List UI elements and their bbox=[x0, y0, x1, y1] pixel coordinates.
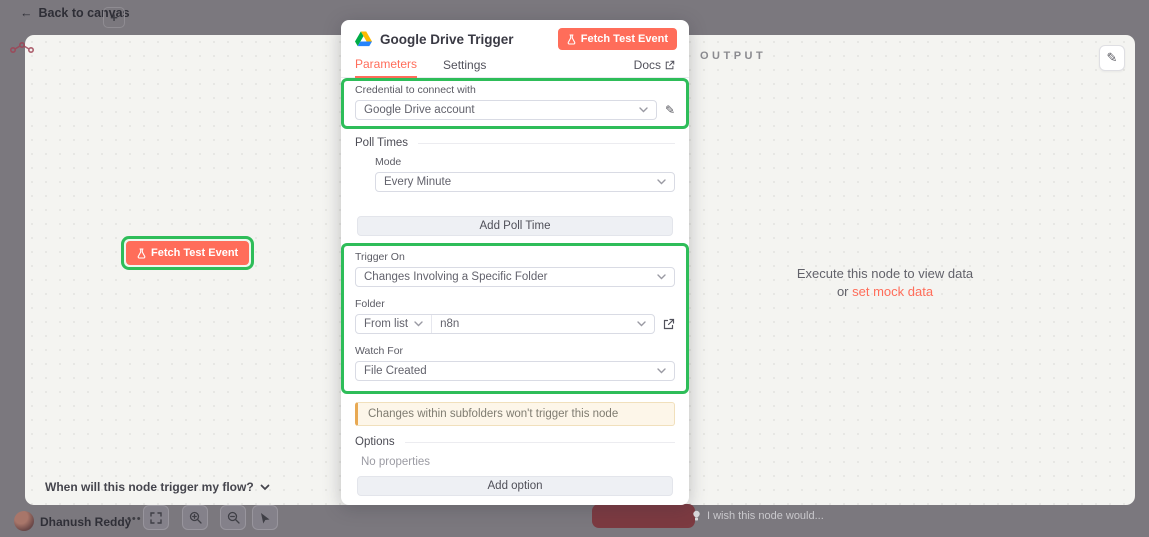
external-link-icon bbox=[665, 60, 675, 70]
zoom-in-button[interactable] bbox=[182, 505, 208, 530]
google-drive-trigger-dialog: Google Drive Trigger Fetch Test Event Pa… bbox=[341, 20, 689, 505]
mode-select[interactable]: Every Minute bbox=[375, 172, 675, 192]
credential-value: Google Drive account bbox=[364, 104, 475, 116]
node-feedback-link[interactable]: I wish this node would... bbox=[692, 510, 824, 522]
wish-text: I wish this node would... bbox=[707, 510, 824, 522]
tab-settings[interactable]: Settings bbox=[443, 58, 486, 77]
docs-label: Docs bbox=[634, 58, 661, 72]
output-panel-header: OUTPUT bbox=[700, 50, 766, 62]
output-message-line1: Execute this node to view data bbox=[665, 265, 1105, 283]
folder-resource-locator: From list n8n bbox=[355, 314, 655, 334]
set-mock-data-link[interactable]: set mock data bbox=[852, 284, 933, 299]
mode-value: Every Minute bbox=[384, 176, 451, 188]
user-name: Dhanush Reddy bbox=[40, 515, 131, 529]
cursor-pointer-icon bbox=[259, 512, 271, 524]
output-message-or: or bbox=[837, 284, 849, 299]
options-label: Options bbox=[355, 436, 395, 448]
options-section-header: Options bbox=[355, 436, 675, 448]
reset-view-button[interactable] bbox=[252, 505, 278, 530]
trigger-on-value: Changes Involving a Specific Folder bbox=[364, 271, 547, 283]
zoom-in-icon bbox=[189, 511, 202, 524]
new-tab-button[interactable]: + bbox=[103, 7, 125, 28]
add-poll-time-label: Add Poll Time bbox=[480, 220, 551, 232]
fetch-test-event-highlight: Fetch Test Event bbox=[121, 236, 254, 270]
zoom-to-fit-button[interactable] bbox=[143, 505, 169, 530]
dialog-tabs: Parameters Settings Docs bbox=[341, 56, 689, 78]
credential-highlight-section: Credential to connect with Google Drive … bbox=[341, 78, 689, 129]
folder-mode-value: From list bbox=[364, 318, 408, 330]
edit-output-button[interactable]: ✎ bbox=[1099, 45, 1125, 71]
output-empty-message: Execute this node to view data or set mo… bbox=[665, 265, 1105, 301]
poll-times-section-header: Poll Times bbox=[355, 137, 675, 149]
chevron-down-icon bbox=[260, 484, 270, 491]
dialog-title: Google Drive Trigger bbox=[380, 32, 550, 47]
mode-label: Mode bbox=[375, 156, 675, 169]
zoom-to-fit-icon bbox=[150, 512, 162, 524]
watch-for-select[interactable]: File Created bbox=[355, 361, 675, 381]
canvas-fetch-test-event-button[interactable]: Fetch Test Event bbox=[126, 241, 249, 265]
folder-value-select[interactable]: n8n bbox=[432, 315, 654, 333]
add-option-label: Add option bbox=[488, 480, 543, 492]
credential-select[interactable]: Google Drive account bbox=[355, 100, 657, 120]
plus-icon: + bbox=[110, 10, 118, 25]
subfolder-warning-notice: Changes within subfolders won't trigger … bbox=[355, 402, 675, 426]
open-folder-external-icon[interactable] bbox=[663, 318, 675, 330]
credential-label: Credential to connect with bbox=[355, 84, 675, 97]
fetch-button-label: Fetch Test Event bbox=[581, 33, 668, 45]
lightbulb-icon bbox=[692, 510, 701, 522]
watch-for-label: Watch For bbox=[355, 345, 675, 358]
footer-question-label: When will this node trigger my flow? bbox=[45, 480, 254, 494]
zoom-out-button[interactable] bbox=[220, 505, 246, 530]
node-trigger-help-toggle[interactable]: When will this node trigger my flow? bbox=[45, 480, 270, 494]
user-menu-dots[interactable]: ••• bbox=[127, 513, 142, 525]
flask-icon bbox=[567, 34, 576, 45]
trigger-on-label: Trigger On bbox=[355, 251, 675, 264]
user-avatar[interactable] bbox=[14, 511, 34, 531]
chevron-down-icon bbox=[414, 321, 423, 327]
trigger-on-select[interactable]: Changes Involving a Specific Folder bbox=[355, 267, 675, 287]
chevron-down-icon bbox=[639, 107, 648, 113]
tab-parameters[interactable]: Parameters bbox=[355, 57, 417, 78]
chevron-down-icon bbox=[637, 321, 646, 327]
folder-label: Folder bbox=[355, 298, 675, 311]
dimmed-fetch-test-event-button[interactable] bbox=[592, 504, 695, 528]
chevron-down-icon bbox=[657, 368, 666, 374]
add-poll-time-button[interactable]: Add Poll Time bbox=[357, 216, 673, 236]
canvas-fetch-label: Fetch Test Event bbox=[151, 247, 238, 259]
n8n-logo-icon bbox=[10, 41, 34, 54]
google-drive-icon bbox=[355, 31, 372, 47]
docs-link[interactable]: Docs bbox=[634, 58, 675, 77]
zoom-out-icon bbox=[227, 511, 240, 524]
edit-credential-icon[interactable]: ✎ bbox=[665, 103, 675, 117]
back-arrow-icon: ← bbox=[20, 6, 33, 20]
pencil-icon: ✎ bbox=[1107, 50, 1118, 66]
watch-for-value: File Created bbox=[364, 365, 427, 377]
options-empty-text: No properties bbox=[361, 456, 675, 468]
folder-value: n8n bbox=[440, 318, 459, 330]
chevron-down-icon bbox=[657, 274, 666, 280]
trigger-config-highlight-section: Trigger On Changes Involving a Specific … bbox=[341, 243, 689, 394]
poll-times-label: Poll Times bbox=[355, 137, 408, 149]
add-option-button[interactable]: Add option bbox=[357, 476, 673, 496]
dialog-header: Google Drive Trigger Fetch Test Event bbox=[341, 20, 689, 56]
fetch-test-event-button[interactable]: Fetch Test Event bbox=[558, 28, 677, 50]
flask-icon bbox=[137, 248, 146, 259]
chevron-down-icon bbox=[657, 179, 666, 185]
folder-mode-select[interactable]: From list bbox=[356, 315, 432, 333]
